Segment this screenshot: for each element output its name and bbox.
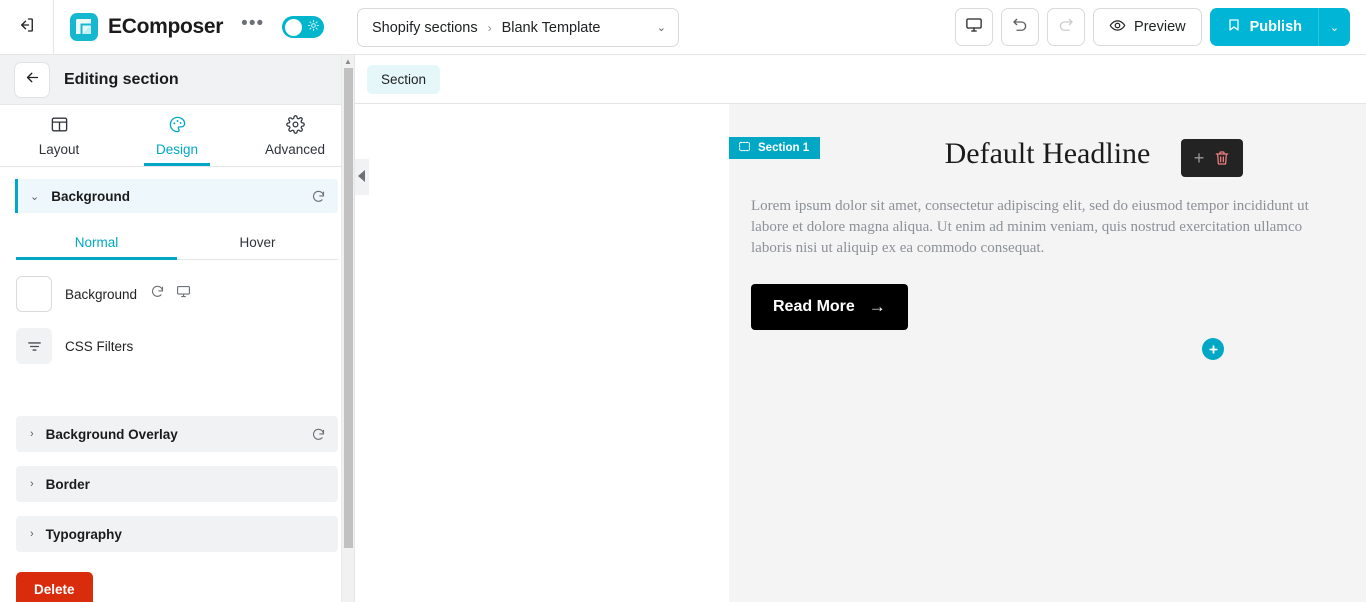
ecomposer-app: EComposer ••• Shopify sections › Blank T… bbox=[0, 0, 1366, 602]
stage-inner: Section 1 + Default Headline Lorem ipsum… bbox=[729, 137, 1366, 602]
section-toolbar: + bbox=[1181, 139, 1243, 177]
publish-dropdown-button[interactable]: ⌄ bbox=[1318, 8, 1350, 46]
section-badge[interactable]: Section 1 bbox=[729, 137, 821, 159]
tab-design-label: Design bbox=[155, 141, 199, 157]
accordion-background-overlay-label: Background Overlay bbox=[45, 426, 178, 442]
accordion-border-label: Border bbox=[45, 476, 90, 492]
canvas-tab-section[interactable]: Section bbox=[367, 64, 441, 94]
top-bar-actions: Preview Publish ⌄ bbox=[955, 8, 1350, 46]
canvas-tab-bar: Section bbox=[355, 55, 1366, 104]
chevron-right-icon: › bbox=[30, 478, 34, 490]
body: Editing section Layout Design Advanced ⌄… bbox=[0, 55, 1366, 602]
delete-button[interactable]: Delete bbox=[16, 572, 93, 602]
reset-icon[interactable] bbox=[311, 189, 326, 204]
redo-icon bbox=[1057, 16, 1075, 39]
arrow-right-icon: → bbox=[868, 297, 886, 316]
sun-icon bbox=[308, 19, 320, 34]
tab-layout-label: Layout bbox=[38, 141, 80, 157]
scrollbar-thumb[interactable] bbox=[344, 68, 353, 548]
accordion-border[interactable]: › Border bbox=[16, 466, 338, 502]
read-more-button[interactable]: Read More → bbox=[751, 284, 908, 330]
accordion-typography-label: Typography bbox=[45, 526, 122, 542]
page-headline[interactable]: Default Headline bbox=[729, 137, 1366, 171]
more-options-button[interactable]: ••• bbox=[241, 14, 264, 36]
preview-button[interactable]: Preview bbox=[1093, 8, 1202, 46]
subtab-hover[interactable]: Hover bbox=[177, 227, 338, 259]
tab-layout[interactable]: Layout bbox=[0, 105, 118, 166]
background-color-label: Background bbox=[65, 286, 138, 302]
sidebar: Editing section Layout Design Advanced ⌄… bbox=[0, 55, 355, 602]
plus-icon[interactable]: + bbox=[1194, 149, 1205, 167]
redo-button[interactable] bbox=[1047, 8, 1086, 46]
breadcrumb-current[interactable]: Blank Template bbox=[502, 20, 601, 36]
reset-icon[interactable] bbox=[311, 427, 326, 442]
back-button[interactable] bbox=[14, 61, 50, 98]
undo-button[interactable] bbox=[1001, 8, 1040, 46]
chevron-right-icon: › bbox=[30, 428, 34, 440]
tab-advanced[interactable]: Advanced bbox=[236, 105, 354, 166]
brand: EComposer bbox=[54, 13, 223, 41]
scroll-up-arrow-icon[interactable]: ▲ bbox=[342, 55, 354, 68]
section-icon bbox=[738, 140, 751, 156]
reset-icon[interactable] bbox=[150, 284, 165, 304]
brand-name: EComposer bbox=[108, 15, 224, 38]
chevron-left-icon bbox=[358, 170, 366, 184]
sidebar-header: Editing section bbox=[0, 55, 354, 105]
accordion-background[interactable]: ⌄ Background bbox=[15, 179, 338, 213]
responsive-view-button[interactable] bbox=[955, 8, 994, 46]
background-color-row: Background bbox=[16, 276, 338, 312]
read-more-label: Read More bbox=[773, 298, 855, 315]
section-badge-label: Section 1 bbox=[758, 142, 810, 154]
sidebar-content: ⌄ Background Normal Hover Background CSS… bbox=[0, 167, 354, 602]
eye-icon bbox=[1109, 17, 1126, 38]
chevron-down-icon[interactable]: ⌄ bbox=[627, 21, 666, 34]
subtab-normal[interactable]: Normal bbox=[16, 227, 177, 260]
trash-icon[interactable] bbox=[1214, 150, 1230, 166]
layout-icon bbox=[50, 115, 69, 137]
tab-design[interactable]: Design bbox=[118, 105, 236, 166]
add-block-button[interactable] bbox=[1202, 338, 1224, 360]
dark-mode-toggle[interactable] bbox=[282, 16, 325, 38]
bookmark-icon bbox=[1226, 17, 1242, 37]
chevron-down-icon: ⌄ bbox=[30, 190, 40, 203]
preview-label: Preview bbox=[1134, 19, 1186, 35]
sidebar-tabs: Layout Design Advanced bbox=[0, 105, 354, 167]
undo-icon bbox=[1011, 16, 1029, 39]
gear-icon bbox=[285, 114, 305, 137]
sidebar-title: Editing section bbox=[64, 70, 179, 88]
background-row-icons bbox=[150, 284, 191, 304]
plus-circle-icon bbox=[1208, 344, 1218, 354]
page-stage: Section 1 + Default Headline Lorem ipsum… bbox=[729, 104, 1366, 602]
breadcrumb-root[interactable]: Shopify sections bbox=[372, 20, 478, 36]
sidebar-scrollbar[interactable]: ▲ bbox=[341, 55, 354, 602]
background-color-swatch[interactable] bbox=[16, 276, 52, 312]
toggle-knob bbox=[285, 18, 303, 36]
accordion-background-overlay[interactable]: › Background Overlay bbox=[16, 416, 338, 452]
filter-icon[interactable] bbox=[16, 328, 52, 364]
canvas-collapse-handle[interactable] bbox=[355, 159, 369, 195]
canvas-area: Section 1 + Default Headline Lorem ipsum… bbox=[355, 104, 1366, 602]
page-body-text[interactable]: Lorem ipsum dolor sit amet, consectetur … bbox=[729, 196, 1366, 259]
tab-advanced-label: Advanced bbox=[264, 141, 326, 157]
breadcrumb[interactable]: Shopify sections › Blank Template ⌄ bbox=[357, 8, 679, 47]
exit-button[interactable] bbox=[0, 0, 54, 54]
ecomposer-logo-icon bbox=[70, 13, 98, 41]
palette-icon bbox=[168, 115, 187, 137]
publish-group: Publish ⌄ bbox=[1209, 8, 1350, 46]
publish-label: Publish bbox=[1249, 19, 1302, 35]
desktop-icon bbox=[965, 16, 983, 39]
background-state-tabs: Normal Hover bbox=[16, 227, 338, 260]
accordion-typography[interactable]: › Typography bbox=[16, 516, 338, 552]
css-filters-row[interactable]: CSS Filters bbox=[16, 328, 338, 364]
breadcrumb-separator-icon: › bbox=[487, 20, 492, 35]
canvas-column: Section Section 1 + Default Headline Lor… bbox=[355, 55, 1366, 602]
css-filters-label: CSS Filters bbox=[65, 338, 134, 354]
arrow-left-icon bbox=[24, 69, 41, 91]
accordion-background-label: Background bbox=[51, 188, 130, 204]
exit-icon bbox=[18, 16, 36, 39]
top-bar: EComposer ••• Shopify sections › Blank T… bbox=[0, 0, 1366, 55]
publish-button[interactable]: Publish bbox=[1209, 8, 1318, 46]
chevron-right-icon: › bbox=[30, 528, 34, 540]
desktop-icon[interactable] bbox=[176, 284, 191, 304]
